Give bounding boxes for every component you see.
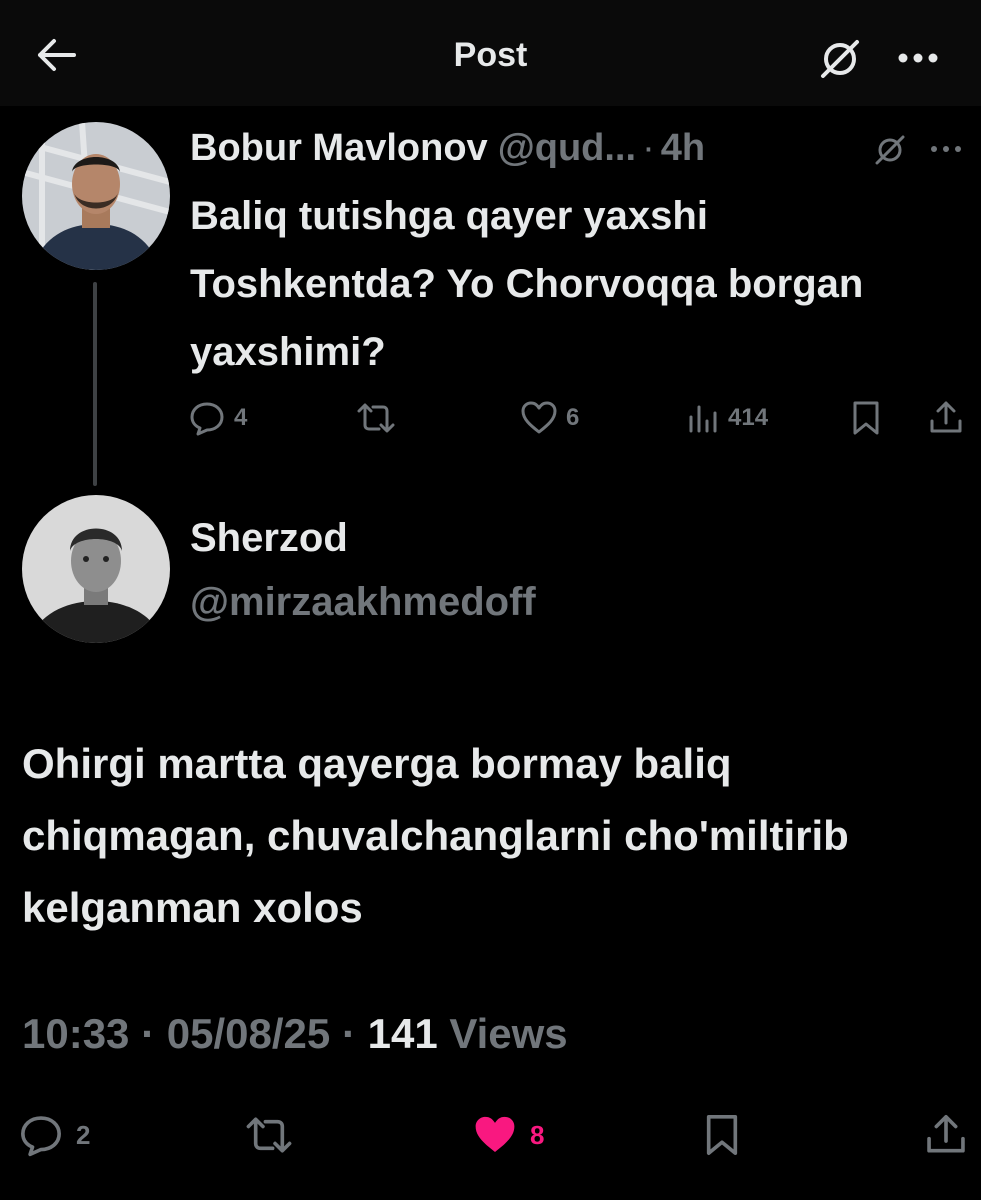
reply-icon (190, 402, 224, 436)
post-timestamp[interactable]: 4h (661, 127, 705, 170)
repost-icon (246, 1117, 292, 1153)
post-time[interactable]: 10:33 (22, 1010, 129, 1057)
like-count: 6 (566, 404, 580, 431)
reply-icon (21, 1116, 61, 1157)
author-handle[interactable]: @qud... (498, 127, 636, 170)
views-count: 141 (367, 1010, 438, 1057)
more-dots-icon (931, 146, 961, 152)
bookmark-icon (706, 1115, 738, 1155)
bookmark-icon (853, 401, 879, 435)
bookmark-button[interactable] (850, 396, 882, 440)
more-dots-icon (898, 53, 938, 63)
reply-count: 2 (76, 1119, 91, 1150)
grok-icon (821, 40, 859, 78)
bookmark-button[interactable] (702, 1110, 742, 1160)
repost-button[interactable] (244, 1110, 294, 1160)
thread-connector-line (93, 282, 97, 486)
post-meta: 10:33 · 05/08/25 · 141 Views (22, 1010, 568, 1058)
repost-icon (357, 403, 395, 433)
avatar[interactable] (22, 495, 170, 643)
reply-button[interactable]: 4 (188, 396, 247, 440)
share-button[interactable] (924, 1110, 968, 1160)
like-button[interactable]: 8 (472, 1110, 544, 1160)
avatar[interactable] (22, 122, 170, 270)
reply-count: 4 (234, 404, 248, 431)
views-count: 414 (728, 404, 769, 431)
main-post-actions: 2 8 (18, 1110, 973, 1160)
top-bar: Post (0, 0, 981, 106)
like-button[interactable]: 6 (520, 396, 579, 440)
separator-dot: · (642, 126, 655, 169)
reply-button[interactable]: 2 (18, 1110, 90, 1160)
share-icon (927, 1115, 965, 1153)
like-count: 8 (530, 1119, 545, 1150)
grok-button[interactable] (812, 34, 868, 84)
grok-icon (875, 135, 905, 165)
heart-icon (521, 401, 557, 434)
parent-more-button[interactable] (924, 134, 968, 164)
views-icon (689, 405, 717, 433)
separator-dot: · (141, 1010, 156, 1057)
share-icon (930, 401, 962, 433)
heart-filled-icon (475, 1116, 515, 1152)
more-options-button[interactable] (888, 36, 948, 80)
main-post-text: Ohirgi martta qayerga bormay baliq chiqm… (22, 740, 849, 931)
author-handle[interactable]: @mirzaakhmedoff (190, 580, 536, 625)
parent-post-text: Baliq tutishga qayer yaxshi Toshkentda? … (190, 194, 864, 374)
author-name[interactable]: Bobur Mavlonov (190, 127, 488, 170)
post-date[interactable]: 05/08/25 (167, 1010, 331, 1057)
parent-grok-button[interactable] (868, 130, 912, 170)
repost-button[interactable] (356, 396, 396, 440)
parent-post-actions: 4 6 414 (188, 396, 978, 440)
views-button[interactable]: 414 (686, 396, 768, 440)
views-label: Views (449, 1010, 568, 1057)
parent-post-header: Bobur Mavlonov @qud... · 4h (190, 124, 705, 172)
share-button[interactable] (928, 396, 964, 440)
author-name[interactable]: Sherzod (190, 516, 348, 561)
separator-dot: · (341, 1010, 356, 1057)
